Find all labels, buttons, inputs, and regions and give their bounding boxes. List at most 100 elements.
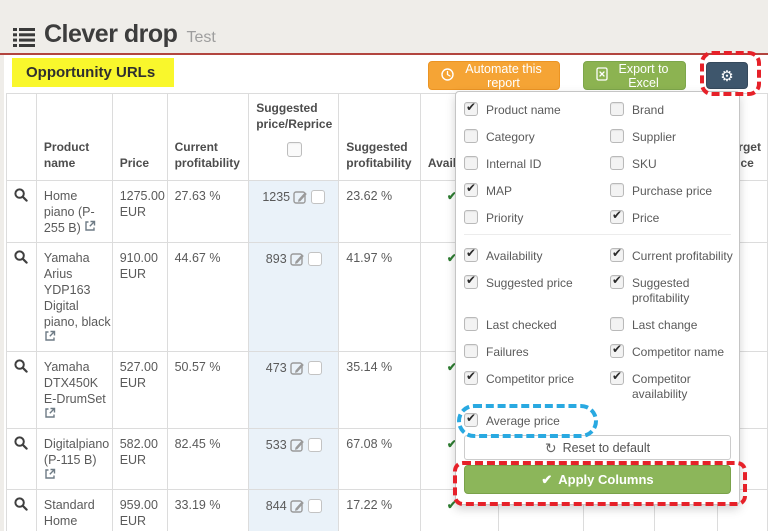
column-checkbox[interactable]: ✔ <box>610 156 624 170</box>
reprice-checkbox[interactable] <box>307 251 322 266</box>
header-product-name[interactable]: Product name <box>35 93 113 181</box>
list-menu-icon[interactable] <box>13 28 35 47</box>
reprice-checkbox[interactable] <box>307 360 322 375</box>
header-suggested-price[interactable]: Suggested price/Reprice <box>248 93 340 181</box>
product-name-cell: Yamaha DTX450K E-DrumSet <box>35 351 113 429</box>
column-checkbox[interactable]: ✔ <box>464 129 478 143</box>
column-toggle-item[interactable]: ✔ Purchase price <box>610 183 735 199</box>
column-toggle-item[interactable]: ✔ Competitor price <box>464 369 610 387</box>
column-toggle-item[interactable]: ✔ MAP <box>464 181 610 199</box>
column-checkbox[interactable]: ✔ <box>610 183 624 197</box>
column-toggle-item[interactable]: ✔ Price <box>610 208 735 226</box>
check-icon: ✔ <box>612 273 623 287</box>
header-suggested-profitability[interactable]: Suggested profitability <box>338 93 421 181</box>
reprice-checkbox[interactable] <box>307 498 322 513</box>
column-toggle-item[interactable]: ✔ Suggested price <box>464 273 610 291</box>
column-checkbox[interactable]: ✔ <box>610 129 624 143</box>
column-toggle-item[interactable]: ✔ Internal ID <box>464 156 610 172</box>
suggested-price-value: 533 <box>265 437 287 452</box>
column-toggle-item[interactable]: ✔ Last checked <box>464 317 610 333</box>
column-checkbox[interactable]: ✔ <box>464 100 478 116</box>
suggested-price-cell: 1235 <box>248 180 340 243</box>
column-checkbox[interactable]: ✔ <box>464 210 478 224</box>
suggested-price-cell: 844 <box>248 489 340 531</box>
column-toggle-label: Last checked <box>486 318 557 332</box>
header-current-profitability[interactable]: Current profitability <box>166 93 250 181</box>
check-icon: ✔ <box>466 181 477 195</box>
column-checkbox[interactable]: ✔ <box>610 342 624 358</box>
column-toggle-item[interactable]: ✔ Product name <box>464 100 610 118</box>
column-toggle-item[interactable]: ✔ Competitor availability <box>610 369 735 402</box>
column-toggle-item[interactable]: ✔ Availability <box>464 246 610 264</box>
product-name-cell: Yamaha Arius YDP163 Digital piano, black <box>35 242 113 352</box>
edit-price-icon[interactable] <box>289 437 305 452</box>
search-icon[interactable] <box>14 250 28 264</box>
header-price[interactable]: Price <box>111 93 168 181</box>
search-icon[interactable] <box>14 436 28 450</box>
external-link-icon[interactable] <box>44 407 56 419</box>
column-checkbox[interactable]: ✔ <box>610 369 624 385</box>
edit-price-icon[interactable] <box>293 189 308 204</box>
column-toggle-item[interactable]: ✔ Current profitability <box>610 246 735 264</box>
check-icon: ✔ <box>466 246 477 260</box>
column-checkbox[interactable]: ✔ <box>610 317 624 331</box>
external-link-icon[interactable] <box>44 468 56 480</box>
column-toggle-item[interactable]: ✔ Competitor name <box>610 342 735 360</box>
external-link-icon[interactable] <box>44 330 56 342</box>
column-checkbox[interactable]: ✔ <box>464 273 478 289</box>
column-toggle-label: Failures <box>486 345 529 359</box>
column-checkbox[interactable]: ✔ <box>610 273 624 289</box>
column-toggle-item[interactable]: ✔ Brand <box>610 102 735 118</box>
column-checkbox[interactable]: ✔ <box>610 102 624 116</box>
column-checkbox[interactable]: ✔ <box>464 181 478 197</box>
column-checkbox[interactable]: ✔ <box>610 246 624 262</box>
reprice-checkbox[interactable] <box>311 189 326 204</box>
column-toggle-label: Availability <box>486 249 543 263</box>
price-cell: 959.00 EUR <box>111 489 168 531</box>
column-toggle-label: Suggested profitability <box>632 276 690 305</box>
automate-report-button[interactable]: Automate this report <box>428 61 560 90</box>
column-settings-button[interactable]: ⚙ <box>706 62 748 89</box>
external-link-icon[interactable] <box>84 220 96 232</box>
reprice-checkbox[interactable] <box>307 437 322 452</box>
columns-dropdown: ✔ Product name ✔ Brand ✔ Category ✔ Supp… <box>455 91 740 505</box>
column-checkbox[interactable]: ✔ <box>464 369 478 385</box>
app-header: Clever drop Test <box>13 22 216 47</box>
availability-check-icon: ✔ <box>446 498 457 512</box>
column-checkbox[interactable]: ✔ <box>464 344 478 358</box>
edit-price-icon[interactable] <box>289 498 305 513</box>
export-excel-button[interactable]: Export to Excel <box>583 61 686 90</box>
column-checkbox[interactable]: ✔ <box>464 411 478 427</box>
column-toggle-item[interactable]: ✔ Supplier <box>610 129 735 145</box>
search-icon[interactable] <box>14 188 28 202</box>
header-search-column <box>6 93 37 181</box>
column-checkbox[interactable]: ✔ <box>464 317 478 331</box>
row-search-cell <box>6 180 37 243</box>
column-toggle-item[interactable]: ✔ Last change <box>610 317 735 333</box>
apply-columns-button[interactable]: ✔ Apply Columns <box>464 465 731 494</box>
column-toggle-item[interactable]: ✔ Priority <box>464 210 610 226</box>
search-icon[interactable] <box>14 497 28 511</box>
price-cell: 910.00 EUR <box>111 242 168 352</box>
availability-check-icon: ✔ <box>446 437 457 451</box>
column-toggle-label: Competitor availability <box>632 372 691 401</box>
reset-to-default-button[interactable]: ↻ Reset to default <box>464 435 731 460</box>
column-checkbox[interactable]: ✔ <box>610 208 624 224</box>
product-name: Yamaha Arius YDP163 Digital piano, black <box>43 251 111 329</box>
column-toggle-item[interactable]: ✔ Failures <box>464 344 610 360</box>
edit-price-icon[interactable] <box>289 251 305 266</box>
edit-price-icon[interactable] <box>289 360 305 375</box>
column-checkbox[interactable]: ✔ <box>464 246 478 262</box>
reprice-all-checkbox[interactable] <box>286 142 302 157</box>
suggested-profitability-cell: 35.14 % <box>338 351 421 429</box>
column-checkbox[interactable]: ✔ <box>464 156 478 170</box>
column-toggle-item[interactable]: ✔ Category <box>464 129 610 145</box>
app-subtitle: Test <box>186 28 216 46</box>
search-icon[interactable] <box>14 359 28 373</box>
column-toggle-item[interactable]: ✔ Suggested profitability <box>610 273 735 306</box>
column-toggle-item[interactable]: ✔ SKU <box>610 156 735 172</box>
column-toggle-label: Brand <box>632 103 665 117</box>
product-name-cell: Digitalpiano (P-115 B) <box>35 428 113 490</box>
row-search-cell <box>6 428 37 490</box>
column-toggle-item[interactable]: ✔ Average price <box>464 411 610 429</box>
